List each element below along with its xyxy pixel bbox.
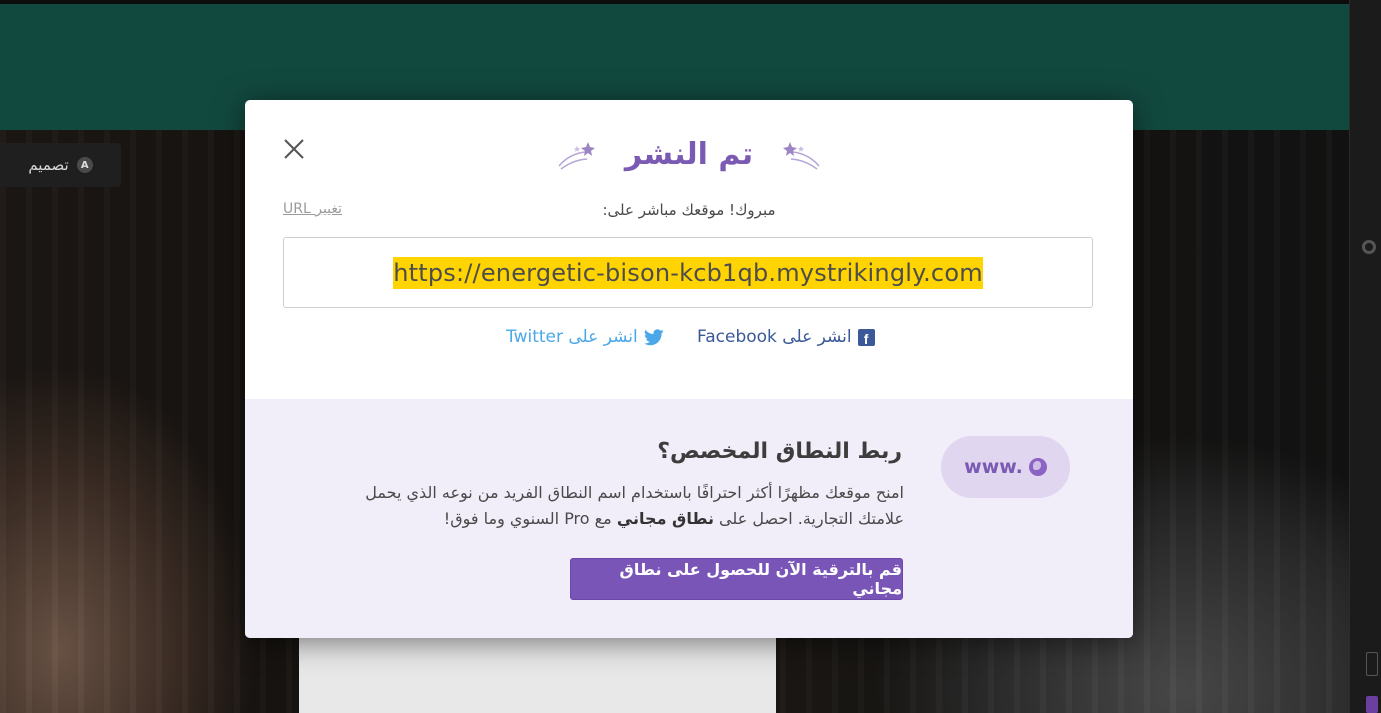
promo-title: ربط النطاق المخصص؟: [657, 439, 902, 464]
toolbar-accent-icon[interactable]: [1366, 696, 1378, 713]
design-button[interactable]: A تصميم: [0, 143, 121, 187]
promo-desc-bold: نطاق مجاني: [616, 509, 714, 528]
facebook-icon: f: [857, 328, 875, 346]
share-row: انشر على Twitter انشر على Facebook f: [245, 327, 1133, 351]
design-badge: A: [76, 157, 93, 173]
twitter-icon: [643, 328, 664, 345]
right-toolbar: [1349, 0, 1381, 713]
published-modal: تم النشر مبروك! موقعك مباشر على: تغيير U…: [245, 100, 1133, 638]
www-badge: www.: [941, 436, 1070, 498]
site-url-field[interactable]: https://energetic-bison-kcb1qb.mystrikin…: [283, 237, 1093, 308]
custom-domain-promo: www. ربط النطاق المخصص؟ امنح موقعك مظهرً…: [245, 399, 1133, 638]
settings-gear-icon[interactable]: [1362, 240, 1376, 254]
live-subtitle: مبروك! موقعك مباشر على:: [602, 201, 776, 219]
promo-description: امنح موقعك مظهرًا أكثر احترافًا باستخدام…: [334, 480, 904, 532]
globe-icon: [1028, 458, 1047, 476]
share-facebook-link[interactable]: انشر على Facebook f: [697, 327, 875, 347]
modal-title: تم النشر: [624, 137, 754, 172]
title-row: تم النشر: [245, 130, 1133, 180]
shooting-star-icon: [783, 142, 820, 170]
shooting-star-icon: [558, 142, 595, 170]
promo-desc-text-end: مع Pro السنوي وما فوق!: [443, 509, 617, 528]
toolbar-panel-icon[interactable]: [1366, 652, 1378, 676]
background-content-card: [299, 637, 776, 713]
share-twitter-link[interactable]: انشر على Twitter: [506, 327, 664, 347]
www-label: www.: [964, 456, 1023, 478]
design-label: تصميم: [28, 156, 69, 174]
share-twitter-label: انشر على Twitter: [506, 327, 638, 347]
site-url[interactable]: https://energetic-bison-kcb1qb.mystrikin…: [393, 256, 983, 289]
upgrade-button[interactable]: قم بالترقية الآن للحصول على نطاق مجاني: [570, 558, 903, 600]
share-facebook-label: انشر على Facebook: [697, 327, 852, 347]
change-url-link[interactable]: تغيير URL: [283, 201, 342, 217]
